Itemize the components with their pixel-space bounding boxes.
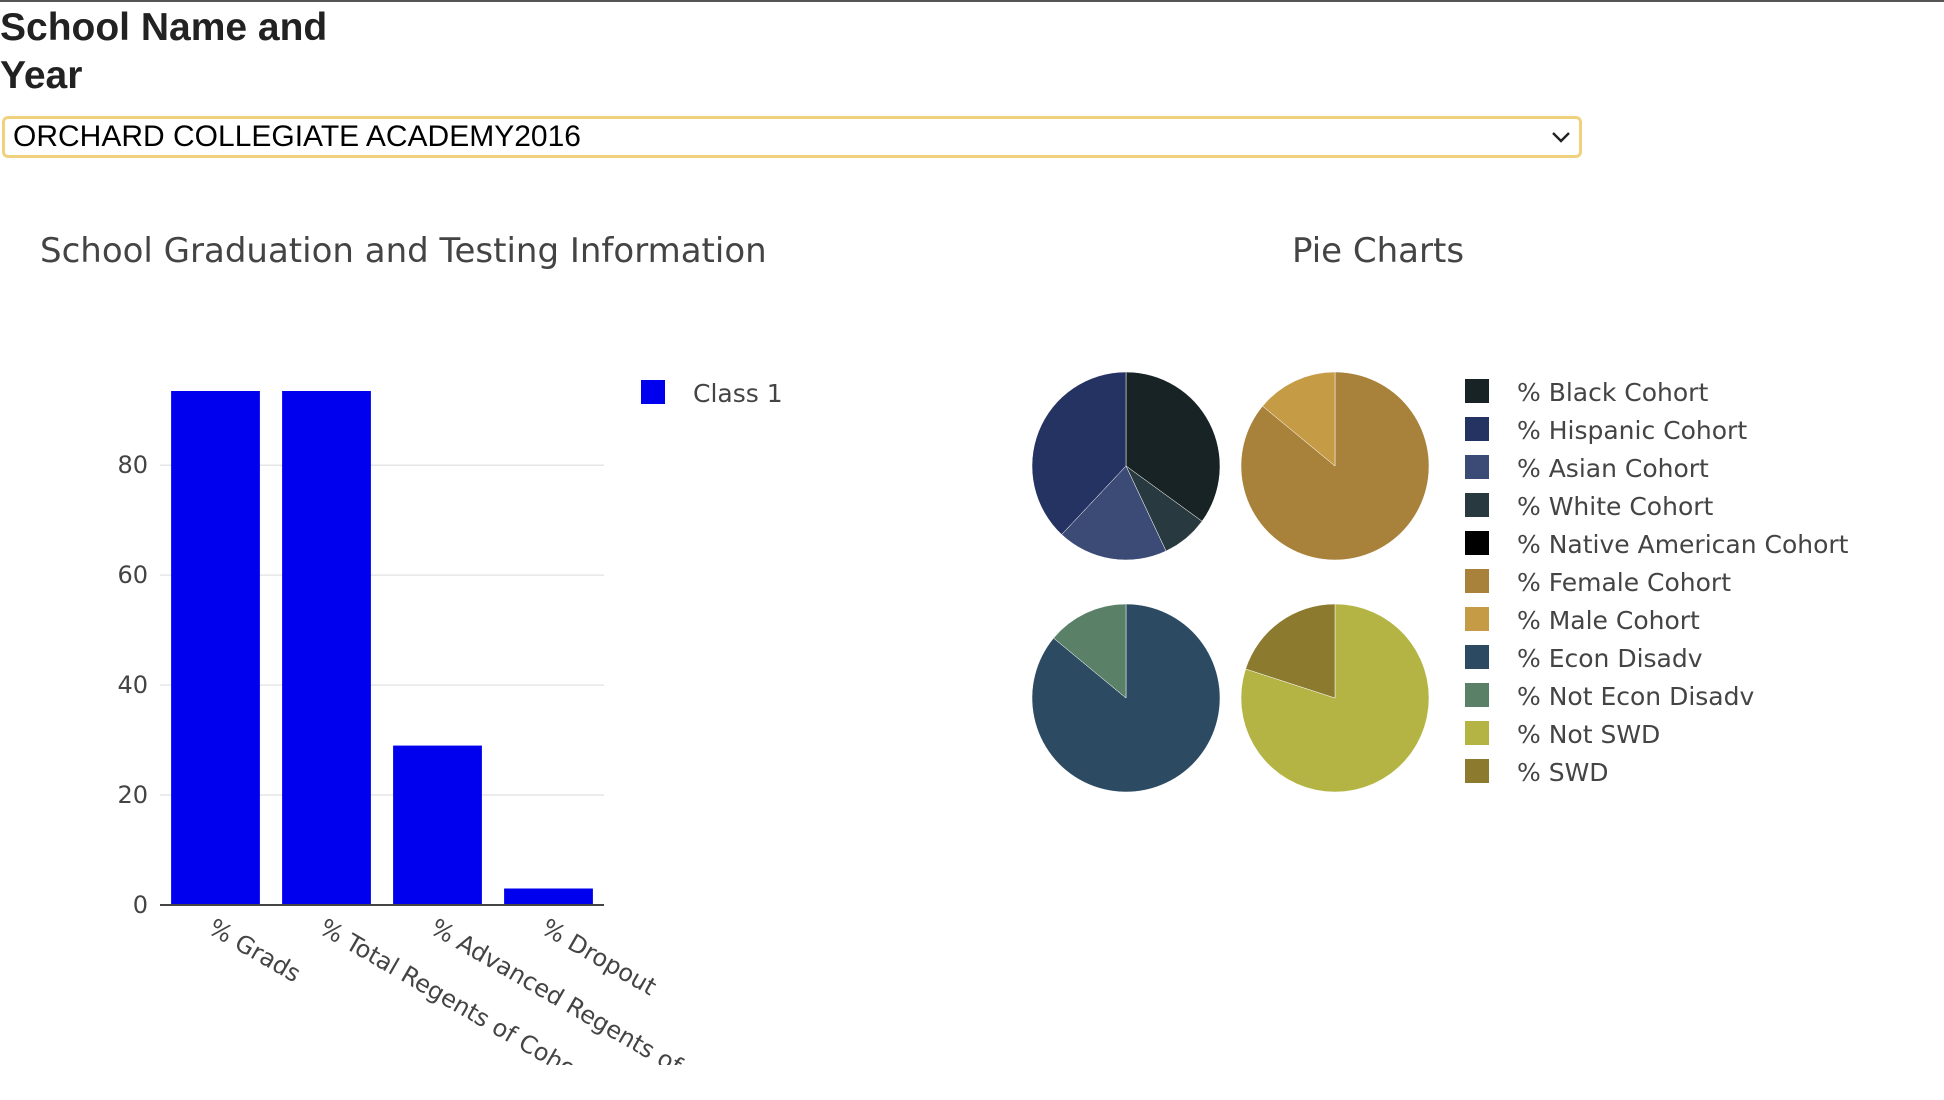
pie-legend-swatch[interactable] — [1465, 455, 1489, 479]
x-tick-label: % Grads — [204, 913, 306, 988]
pie-chart-legend[interactable]: % Black Cohort % Hispanic Cohort % Asian C… — [1465, 378, 1849, 787]
pie-chart — [1240, 371, 1430, 561]
bar[interactable] — [171, 391, 260, 905]
pie-legend-swatch[interactable] — [1465, 645, 1489, 669]
pie-legend-label[interactable]: % Female Cohort — [1517, 568, 1731, 597]
pie-legend-label[interactable]: % SWD — [1517, 758, 1609, 787]
pie-legend-swatch[interactable] — [1465, 493, 1489, 517]
pie-legend-swatch[interactable] — [1465, 569, 1489, 593]
pie-legend-label[interactable]: % Econ Disadv — [1517, 644, 1703, 673]
pie-legend-swatch[interactable] — [1465, 379, 1489, 403]
bar-legend-swatch[interactable] — [641, 380, 665, 404]
y-tick-label: 60 — [117, 561, 148, 589]
pie-legend-swatch[interactable] — [1465, 417, 1489, 441]
pie-legend-swatch[interactable] — [1465, 683, 1489, 707]
pie-legend-label[interactable]: % Asian Cohort — [1517, 454, 1709, 483]
bar-chart-x-axis: % Grads% Total Regents of Cohort% Advanc… — [204, 913, 763, 1065]
y-tick-label: 20 — [117, 781, 148, 809]
pie-legend-label[interactable]: % Not SWD — [1517, 720, 1660, 749]
y-tick-label: 0 — [133, 891, 148, 919]
pie-chart — [1031, 603, 1221, 793]
bar-chart-legend[interactable]: Class 1 — [641, 379, 783, 408]
bar-chart: School Graduation and Testing Informatio… — [40, 231, 783, 1065]
y-tick-label: 80 — [117, 451, 148, 479]
bar[interactable] — [504, 888, 593, 905]
pie-chart-group — [1031, 371, 1430, 793]
pie-legend-swatch[interactable] — [1465, 721, 1489, 745]
bar-chart-title: School Graduation and Testing Informatio… — [40, 231, 767, 271]
pie-charts: Pie Charts % Black Cohort % Hispanic Coho… — [1031, 231, 1849, 793]
bar-chart-bars — [171, 391, 593, 905]
pie-legend-label[interactable]: % Male Cohort — [1517, 606, 1700, 635]
charts-canvas: School Graduation and Testing Informatio… — [40, 231, 1849, 1065]
pie-legend-label[interactable]: % Hispanic Cohort — [1517, 416, 1747, 445]
pie-chart — [1031, 371, 1221, 561]
y-tick-label: 40 — [117, 671, 148, 699]
pie-legend-label[interactable]: % White Cohort — [1517, 492, 1714, 521]
bar[interactable] — [393, 745, 482, 905]
pie-chart — [1240, 603, 1430, 793]
bar[interactable] — [282, 391, 371, 905]
pie-legend-label[interactable]: % Black Cohort — [1517, 378, 1708, 407]
pie-legend-swatch[interactable] — [1465, 759, 1489, 783]
bar-legend-label[interactable]: Class 1 — [693, 379, 783, 408]
bar-chart-y-axis: 0 20 40 60 80 — [117, 451, 148, 919]
pie-legend-swatch[interactable] — [1465, 607, 1489, 631]
pie-charts-title: Pie Charts — [1292, 231, 1464, 271]
pie-legend-label[interactable]: % Native American Cohort — [1517, 530, 1849, 559]
pie-legend-swatch[interactable] — [1465, 531, 1489, 555]
pie-legend-label[interactable]: % Not Econ Disadv — [1517, 682, 1754, 711]
